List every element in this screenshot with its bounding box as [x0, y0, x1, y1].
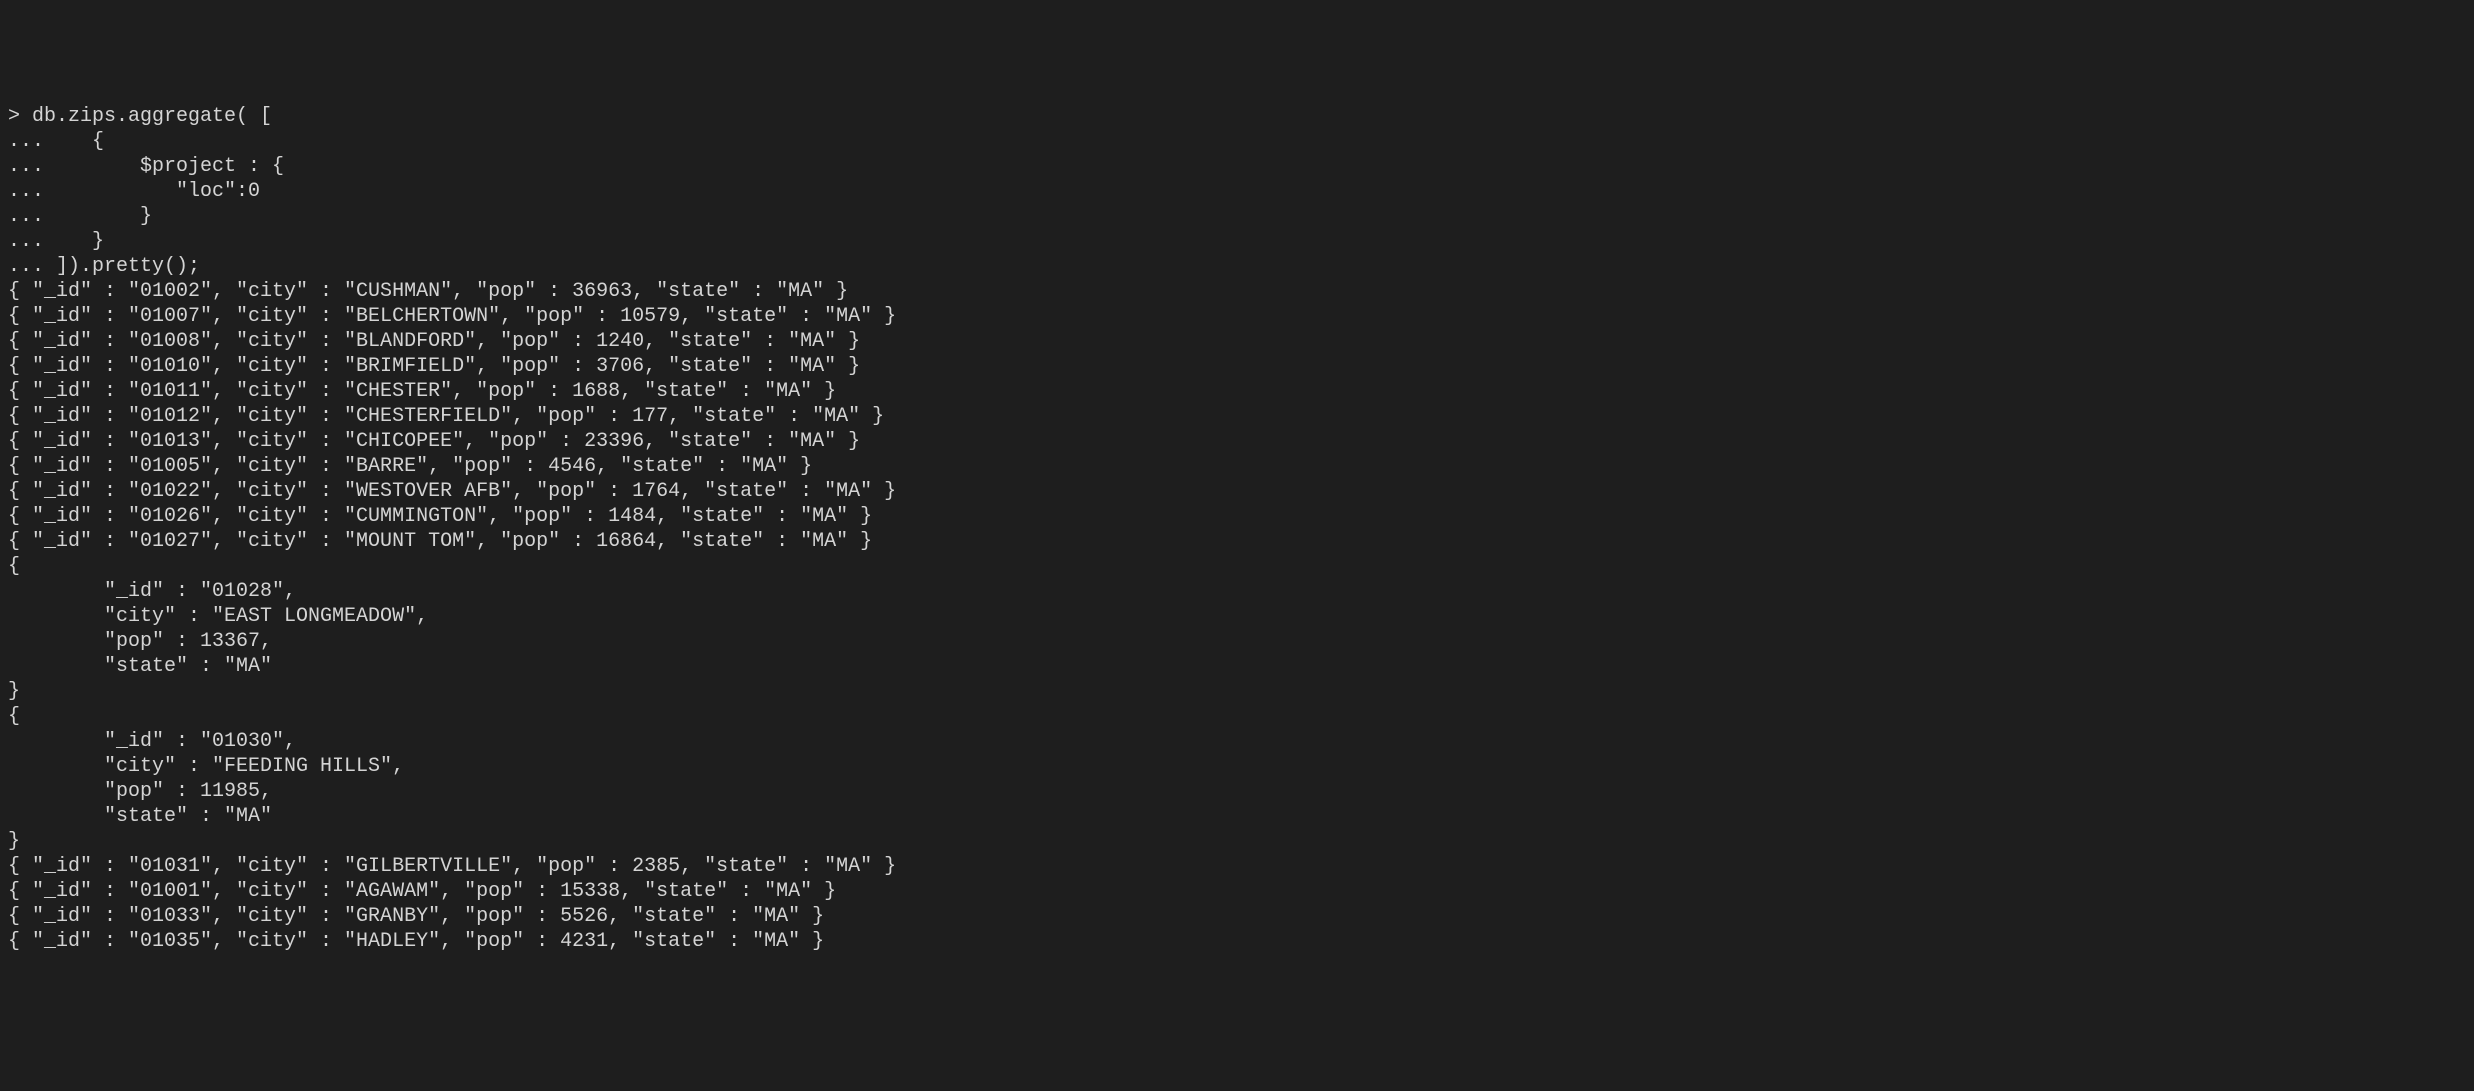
- terminal-output[interactable]: > db.zips.aggregate( [ ... { ... $projec…: [8, 104, 2466, 954]
